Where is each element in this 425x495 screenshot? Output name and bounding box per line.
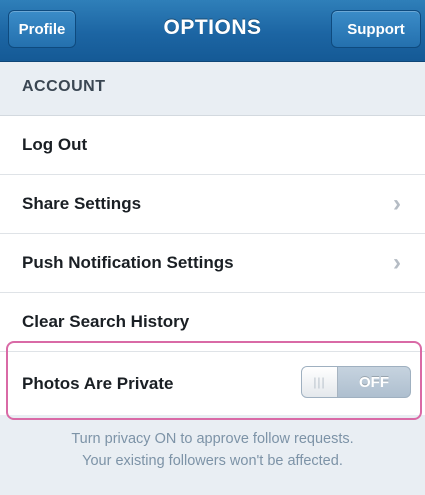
share-settings-row[interactable]: Share Settings › [0,175,425,234]
log-out-row[interactable]: Log Out [0,116,425,175]
navigation-bar: Profile OPTIONS Support [0,0,425,62]
account-settings-group: Log Out Share Settings › Push Notificati… [0,115,425,415]
log-out-label: Log Out [22,135,88,154]
photos-private-row: Photos Are Private ||| OFF [0,352,425,416]
privacy-footnote-line2: Your existing followers won't be affecte… [82,453,343,469]
toggle-state-label: OFF [359,373,389,391]
share-settings-label: Share Settings [22,194,142,213]
photos-private-label: Photos Are Private [22,374,174,393]
account-section-header: ACCOUNT [22,78,106,95]
push-notification-settings-row[interactable]: Push Notification Settings › [0,234,425,293]
grip-icon: ||| [313,375,326,389]
push-notification-settings-label: Push Notification Settings [22,253,234,272]
clear-search-history-row[interactable]: Clear Search History [0,293,425,352]
support-button[interactable]: Support [331,10,421,48]
privacy-toggle[interactable]: ||| OFF [301,366,411,398]
toggle-knob: ||| [302,367,338,397]
clear-search-history-label: Clear Search History [22,312,190,331]
chevron-right-icon: › [393,249,401,276]
chevron-right-icon: › [393,190,401,217]
privacy-footnote-line1: Turn privacy ON to approve follow reques… [71,431,354,447]
